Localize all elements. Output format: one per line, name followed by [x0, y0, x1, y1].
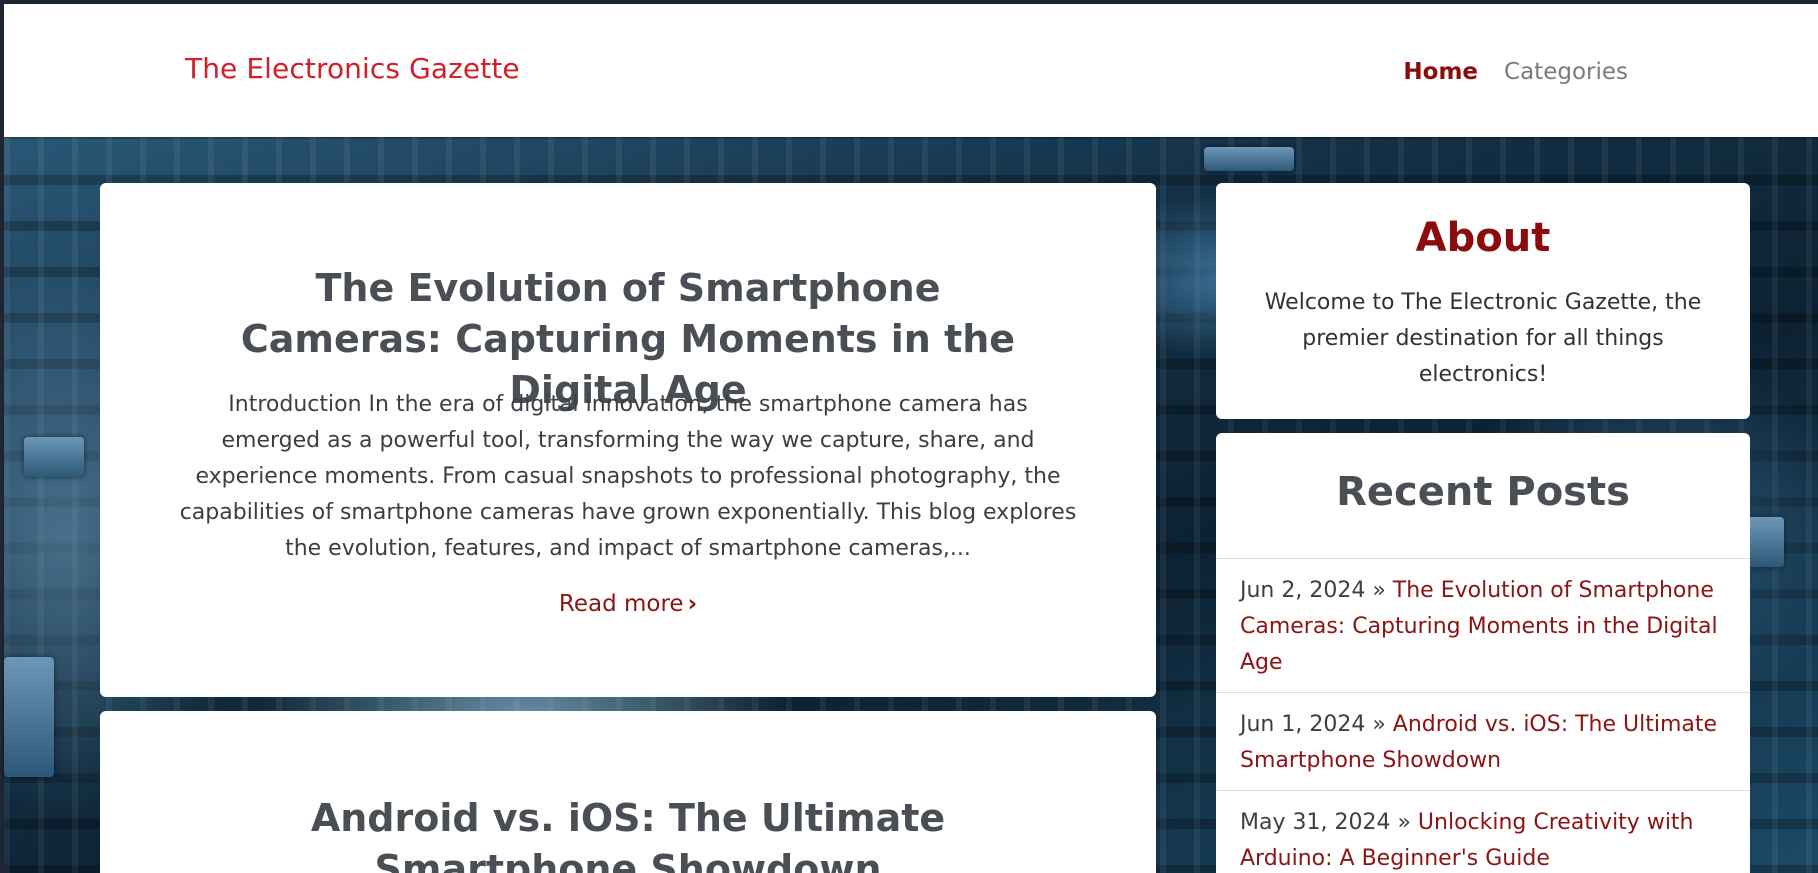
recent-post-separator: » — [1365, 578, 1393, 603]
recent-post-separator: » — [1390, 810, 1418, 835]
main-nav: Home Categories — [1403, 59, 1628, 85]
post-card: The Evolution of Smartphone Cameras: Cap… — [100, 183, 1156, 697]
post-card: Android vs. iOS: The Ultimate Smartphone… — [100, 711, 1156, 873]
post-excerpt: Introduction In the era of digital innov… — [179, 392, 1077, 561]
post-title-link[interactable]: Android vs. iOS: The Ultimate Smartphone… — [190, 793, 1066, 873]
about-widget: About Welcome to The Electronic Gazette,… — [1216, 183, 1750, 419]
recent-posts-list: Jun 2, 2024 » The Evolution of Smartphon… — [1216, 558, 1750, 873]
recent-posts-widget: Recent Posts Jun 2, 2024 » The Evolution… — [1216, 433, 1750, 873]
chevron-right-icon: › — [687, 591, 698, 617]
nav-home-link[interactable]: Home — [1403, 59, 1478, 85]
recent-post-item: Jun 2, 2024 » The Evolution of Smartphon… — [1216, 558, 1750, 692]
read-more-link[interactable]: Read more › — [100, 591, 1156, 617]
recent-post-date: Jun 2, 2024 — [1240, 578, 1366, 603]
page-frame: The Electronics Gazette Home Categories … — [0, 0, 1818, 873]
site-brand-link[interactable]: The Electronics Gazette — [185, 52, 520, 85]
background-chip — [1204, 147, 1294, 171]
background-chip — [4, 657, 54, 777]
site-header: The Electronics Gazette Home Categories — [4, 4, 1818, 137]
background-chip — [24, 437, 84, 477]
about-text: Welcome to The Electronic Gazette, the p… — [1264, 290, 1702, 387]
recent-post-item: Jun 1, 2024 » Android vs. iOS: The Ultim… — [1216, 692, 1750, 790]
read-more-label: Read more — [558, 591, 684, 617]
recent-post-date: Jun 1, 2024 — [1240, 712, 1366, 737]
nav-categories-link[interactable]: Categories — [1504, 59, 1628, 85]
about-heading: About — [1415, 215, 1551, 261]
recent-post-date: May 31, 2024 — [1240, 810, 1391, 835]
recent-posts-heading: Recent Posts — [1336, 469, 1630, 515]
recent-post-item: May 31, 2024 » Unlocking Creativity with… — [1216, 790, 1750, 873]
recent-post-separator: » — [1365, 712, 1393, 737]
